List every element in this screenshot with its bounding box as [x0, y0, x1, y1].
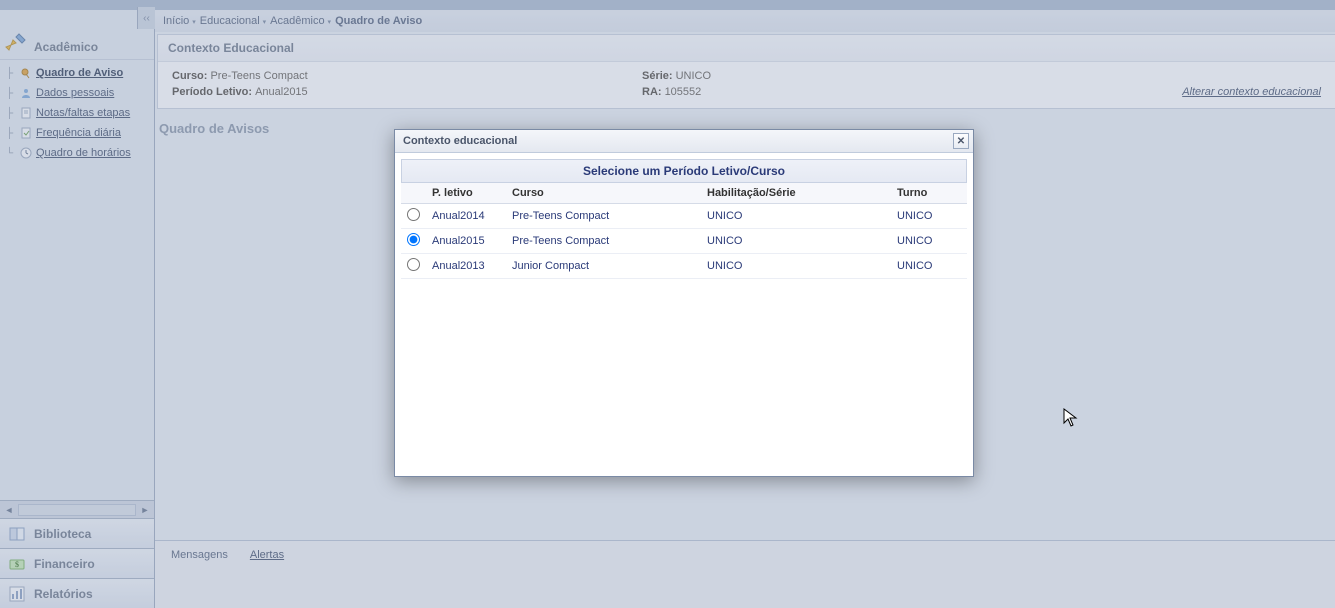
- col-turno: Turno: [891, 183, 967, 204]
- col-curso: Curso: [506, 183, 701, 204]
- sidebar-section-label: Relatórios: [34, 587, 93, 601]
- book-icon: [6, 523, 28, 545]
- modal-body: Selecione um Período Letivo/Curso P. let…: [395, 153, 973, 285]
- sidebar-item-label[interactable]: Dados pessoais: [36, 87, 114, 99]
- clock-icon: [19, 146, 33, 160]
- sidebar-scroll: ◄ ►: [0, 500, 154, 518]
- sidebar-item-dados-pessoais[interactable]: ├ Dados pessoais: [4, 83, 154, 103]
- cell-turno: UNICO: [891, 204, 967, 229]
- scroll-track[interactable]: [18, 504, 136, 516]
- sidebar-item-frequencia[interactable]: ├ Frequência diária: [4, 123, 154, 143]
- modal-titlebar: Contexto educacional ✕: [395, 130, 973, 153]
- wrench-pencil-icon: [5, 30, 29, 54]
- tree-connector-icon: ├: [6, 68, 16, 79]
- cell-curso: Pre-Teens Compact: [506, 229, 701, 254]
- chevron-down-icon: ▾: [190, 19, 195, 26]
- cell-habilitacao: UNICO: [701, 254, 891, 279]
- tab-mensagens[interactable]: Mensagens: [163, 547, 236, 563]
- modal-close-button[interactable]: ✕: [953, 133, 969, 149]
- sidebar-item-label[interactable]: Frequência diária: [36, 127, 121, 139]
- top-bar: [0, 0, 1335, 10]
- sidebar-item-label[interactable]: Quadro de horários: [36, 147, 131, 159]
- sidebar-item-label[interactable]: Notas/faltas etapas: [36, 107, 130, 119]
- sidebar-collapse-button[interactable]: ‹‹: [137, 7, 155, 29]
- money-icon: $: [6, 553, 28, 575]
- document-icon: [19, 106, 33, 120]
- sidebar: ‹‹ Acadêmico ├ Quadro de Aviso ├ Dados p…: [0, 10, 155, 608]
- period-radio[interactable]: [407, 233, 420, 246]
- context-panel-title: Contexto Educacional: [158, 35, 1335, 62]
- sidebar-item-horarios[interactable]: └ Quadro de horários: [4, 143, 154, 163]
- modal-contexto-educacional: Contexto educacional ✕ Selecione um Perí…: [394, 129, 974, 477]
- tree-connector-icon: ├: [6, 128, 16, 139]
- chevron-down-icon: ▾: [261, 19, 266, 26]
- context-ra: RA:105552: [642, 86, 1112, 98]
- context-periodo: Período Letivo:Anual2015: [172, 86, 642, 98]
- cell-habilitacao: UNICO: [701, 204, 891, 229]
- modal-subtitle: Selecione um Período Letivo/Curso: [401, 159, 967, 183]
- sidebar-header-title: Acadêmico: [34, 40, 98, 54]
- scroll-right-icon[interactable]: ►: [138, 503, 152, 517]
- pin-icon: [19, 66, 33, 80]
- table-row[interactable]: Anual2015 Pre-Teens Compact UNICO UNICO: [401, 229, 967, 254]
- chevron-down-icon: ▾: [326, 19, 331, 26]
- period-radio[interactable]: [407, 208, 420, 221]
- table-row[interactable]: Anual2013 Junior Compact UNICO UNICO: [401, 254, 967, 279]
- period-table: P. letivo Curso Habilitação/Série Turno …: [401, 183, 967, 279]
- context-serie: Série:UNICO: [642, 70, 1112, 82]
- sidebar-item-quadro-de-aviso[interactable]: ├ Quadro de Aviso: [4, 63, 154, 83]
- sidebar-bottom: ◄ ► Biblioteca $ Financeiro Relatórios: [0, 500, 154, 608]
- sidebar-item-label[interactable]: Quadro de Aviso: [36, 67, 123, 79]
- svg-text:$: $: [15, 560, 19, 569]
- cell-curso: Pre-Teens Compact: [506, 204, 701, 229]
- cell-p-letivo: Anual2015: [426, 229, 506, 254]
- check-document-icon: [19, 126, 33, 140]
- sidebar-header: Acadêmico: [0, 10, 154, 60]
- mouse-cursor-icon: [1063, 408, 1079, 428]
- breadcrumb: Início ▾ Educacional ▾ Acadêmico ▾ Quadr…: [155, 10, 1335, 32]
- bottom-tabs: Mensagens Alertas: [155, 541, 1335, 569]
- table-row[interactable]: Anual2014 Pre-Teens Compact UNICO UNICO: [401, 204, 967, 229]
- close-icon: ✕: [957, 136, 965, 147]
- tree-connector-icon: ├: [6, 108, 16, 119]
- col-habilitacao: Habilitação/Série: [701, 183, 891, 204]
- report-icon: [6, 583, 28, 605]
- sidebar-section-relatorios[interactable]: Relatórios: [0, 578, 154, 608]
- sidebar-tree: ├ Quadro de Aviso ├ Dados pessoais ├ Not…: [0, 60, 154, 166]
- cell-p-letivo: Anual2014: [426, 204, 506, 229]
- context-panel: Contexto Educacional Curso:Pre-Teens Com…: [157, 34, 1335, 109]
- modal-title-text: Contexto educacional: [403, 135, 517, 147]
- breadcrumb-item[interactable]: Educacional ▾: [200, 15, 266, 27]
- sidebar-section-biblioteca[interactable]: Biblioteca: [0, 518, 154, 548]
- col-radio: [401, 183, 426, 204]
- period-radio[interactable]: [407, 258, 420, 271]
- cell-turno: UNICO: [891, 229, 967, 254]
- context-curso: Curso:Pre-Teens Compact: [172, 70, 642, 82]
- bottom-panel: Mensagens Alertas: [155, 540, 1335, 608]
- tree-connector-icon: ├: [6, 88, 16, 99]
- tree-connector-icon: └: [6, 148, 16, 159]
- change-context-link[interactable]: Alterar contexto educacional: [1182, 86, 1321, 98]
- breadcrumb-item[interactable]: Início ▾: [163, 15, 196, 27]
- tab-alertas[interactable]: Alertas: [242, 547, 292, 563]
- change-context-link-wrap: Alterar contexto educacional: [1112, 86, 1321, 98]
- sidebar-item-notas-faltas[interactable]: ├ Notas/faltas etapas: [4, 103, 154, 123]
- breadcrumb-current: Quadro de Aviso: [335, 15, 422, 27]
- person-icon: [19, 86, 33, 100]
- sidebar-section-label: Financeiro: [34, 557, 95, 571]
- cell-turno: UNICO: [891, 254, 967, 279]
- breadcrumb-item[interactable]: Acadêmico ▾: [270, 15, 331, 27]
- sidebar-section-financeiro[interactable]: $ Financeiro: [0, 548, 154, 578]
- cell-habilitacao: UNICO: [701, 229, 891, 254]
- scroll-left-icon[interactable]: ◄: [2, 503, 16, 517]
- sidebar-section-label: Biblioteca: [34, 527, 91, 541]
- col-p-letivo: P. letivo: [426, 183, 506, 204]
- cell-p-letivo: Anual2013: [426, 254, 506, 279]
- cell-curso: Junior Compact: [506, 254, 701, 279]
